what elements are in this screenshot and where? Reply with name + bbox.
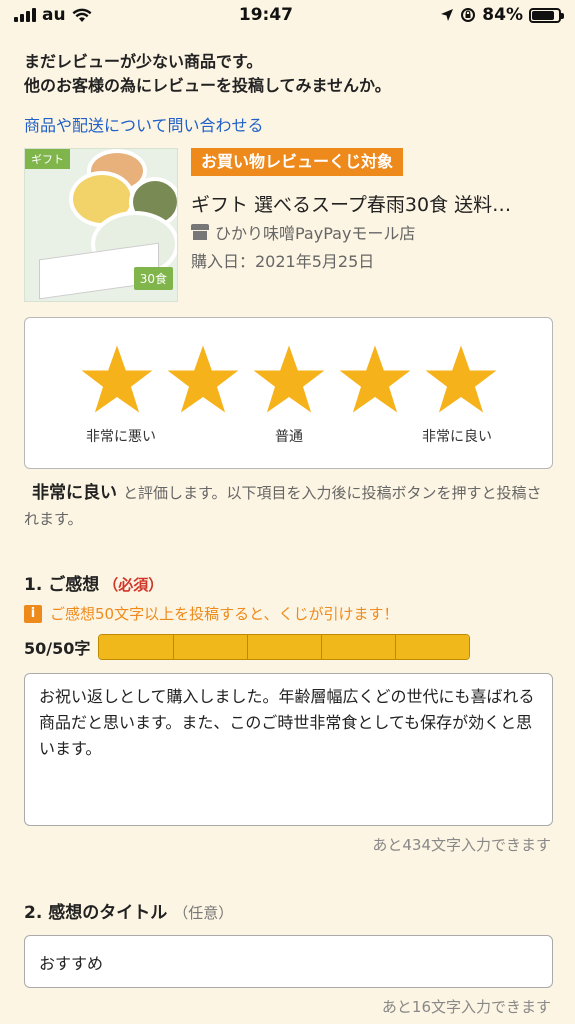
purchase-date: 購入日：2021年5月25日	[191, 252, 375, 271]
review-title-heading: 2. 感想のタイトル （任意）	[24, 898, 233, 923]
selected-rating: 非常に良い	[32, 483, 117, 503]
impressions-heading: 1. ご感想 （必須）	[24, 570, 163, 595]
product-image-gift-tag: ギフト	[25, 149, 70, 169]
rating-label-low: 非常に悪い	[86, 429, 156, 445]
required-label: （必須）	[103, 576, 164, 594]
star-4-icon[interactable]	[337, 344, 413, 414]
star-5-icon[interactable]	[423, 344, 499, 414]
location-arrow-icon	[441, 9, 454, 21]
battery-icon	[529, 7, 564, 23]
star-3-icon[interactable]	[251, 344, 327, 414]
status-bar: au 19:47 84%	[0, 0, 575, 30]
review-title-input[interactable]	[24, 935, 553, 988]
character-progress-bar	[98, 634, 471, 660]
signal-icon	[14, 8, 36, 22]
info-icon: i	[24, 604, 42, 623]
intro-line-1: まだレビューが少ない商品です。	[24, 52, 263, 71]
title-remaining: あと16文字入力できます	[381, 998, 551, 1016]
intro-message: まだレビューが少ない商品です。 他のお客様の為にレビューを投稿してみませんか。	[24, 50, 554, 98]
impressions-textarea[interactable]: お祝い返しとして購入しました。年齢層幅広くどの世代にも喜ばれる商品だと思います。…	[24, 673, 553, 826]
star-rating[interactable]	[79, 344, 499, 414]
product-title[interactable]: ギフト 選べるスープ春雨30食 送料…	[191, 190, 554, 217]
character-counter: 50/50字	[24, 639, 91, 658]
carrier-name: au	[42, 5, 66, 25]
impressions-title: 1. ご感想	[24, 575, 100, 595]
store-icon	[191, 224, 209, 240]
character-counter-row: 50/50字	[24, 634, 471, 660]
store-name[interactable]: ひかり味噌PayPayモール店	[191, 220, 415, 244]
optional-label: （任意）	[173, 904, 234, 922]
star-rating-box: 非常に悪い 普通 非常に良い	[24, 317, 553, 469]
inquiry-link[interactable]: 商品や配送について問い合わせる	[24, 112, 264, 136]
rating-label-high: 非常に良い	[422, 429, 492, 445]
product-image[interactable]: ギフト 30食	[24, 148, 178, 302]
lottery-notice: i ご感想50文字以上を投稿すると、くじが引けます！	[24, 603, 399, 624]
rotation-lock-icon	[461, 8, 476, 22]
clock: 19:47	[238, 5, 293, 25]
product-card: ギフト 30食 お買い物レビューくじ対象 ギフト 選べるスープ春雨30食 送料……	[24, 148, 554, 302]
battery-percent: 84%	[482, 5, 523, 25]
review-title-label: 2. 感想のタイトル	[24, 903, 168, 923]
review-lottery-badge: お買い物レビューくじ対象	[191, 148, 404, 176]
product-image-pack-count: 30食	[133, 267, 173, 290]
star-2-icon[interactable]	[165, 344, 241, 414]
rating-label-mid: 普通	[275, 429, 303, 445]
lottery-notice-text: ご感想50文字以上を投稿すると、くじが引けます！	[50, 605, 399, 623]
impressions-remaining: あと434文字入力できます	[372, 836, 551, 854]
rating-summary: 非常に良い と評価します。以下項目を入力後に投稿ボタンを押すと投稿されます。	[24, 480, 554, 532]
intro-line-2: 他のお客様の為にレビューを投稿してみませんか。	[24, 76, 391, 95]
star-1-icon[interactable]	[79, 344, 155, 414]
store-name-text: ひかり味噌PayPayモール店	[215, 224, 416, 243]
wifi-icon	[72, 8, 92, 22]
